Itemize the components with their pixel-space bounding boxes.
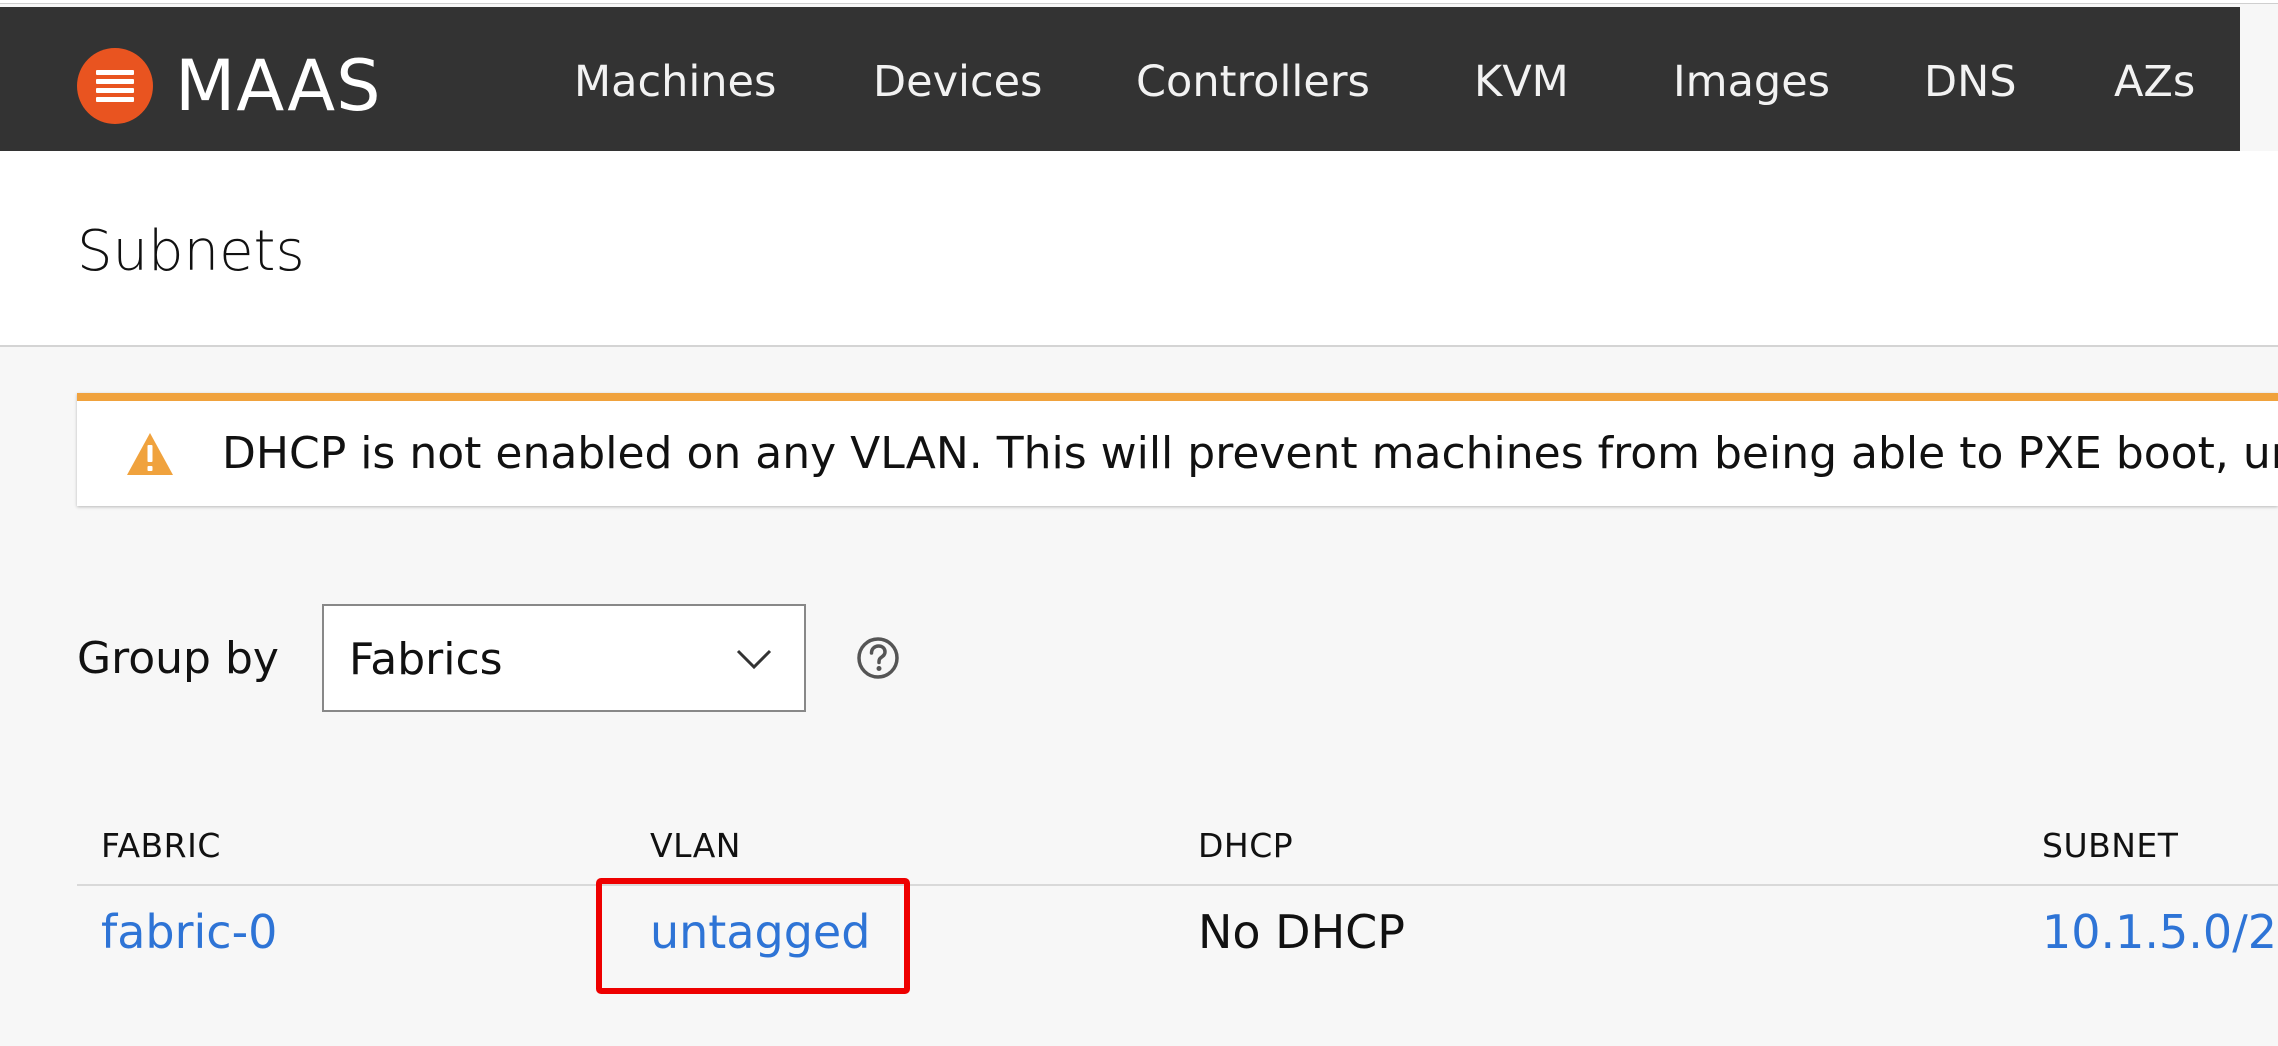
warning-icon bbox=[127, 433, 173, 475]
help-icon[interactable] bbox=[856, 636, 900, 680]
column-header-subnet[interactable]: SUBNET bbox=[2042, 826, 2178, 865]
browser-top-edge bbox=[0, 0, 2278, 4]
nav-item-azs[interactable]: AZs bbox=[2114, 57, 2195, 107]
top-navigation: MAAS Machines Devices Controllers KVM Im… bbox=[0, 7, 2240, 151]
table-header-divider bbox=[77, 884, 2278, 886]
group-by-selected-value: Fabrics bbox=[349, 634, 503, 685]
nav-item-kvm[interactable]: KVM bbox=[1474, 57, 1569, 107]
column-header-dhcp[interactable]: DHCP bbox=[1198, 826, 1293, 865]
subnet-link[interactable]: 10.1.5.0/24 bbox=[2042, 905, 2278, 959]
column-header-fabric[interactable]: FABRIC bbox=[101, 826, 221, 865]
dhcp-status: No DHCP bbox=[1198, 905, 1406, 959]
nav-item-devices[interactable]: Devices bbox=[873, 57, 1042, 107]
notification-message: DHCP is not enabled on any VLAN. This wi… bbox=[222, 428, 2278, 479]
column-header-vlan[interactable]: VLAN bbox=[650, 826, 741, 865]
maas-logo[interactable]: MAAS bbox=[77, 45, 382, 127]
fabric-link[interactable]: fabric-0 bbox=[101, 905, 277, 959]
nav-item-controllers[interactable]: Controllers bbox=[1136, 57, 1370, 107]
nav-item-images[interactable]: Images bbox=[1673, 57, 1830, 107]
group-by-select[interactable]: Fabrics bbox=[322, 604, 806, 712]
group-by-label: Group by bbox=[77, 633, 279, 684]
chevron-down-icon bbox=[736, 649, 772, 670]
page-header: Subnets bbox=[0, 151, 2278, 347]
maas-menu-icon bbox=[77, 48, 153, 124]
nav-item-dns[interactable]: DNS bbox=[1924, 57, 2017, 107]
page-title: Subnets bbox=[77, 219, 305, 284]
nav-item-machines[interactable]: Machines bbox=[574, 57, 776, 107]
highlight-box bbox=[596, 878, 910, 994]
dhcp-warning-notification: DHCP is not enabled on any VLAN. This wi… bbox=[77, 393, 2278, 506]
logo-text: MAAS bbox=[175, 45, 382, 127]
